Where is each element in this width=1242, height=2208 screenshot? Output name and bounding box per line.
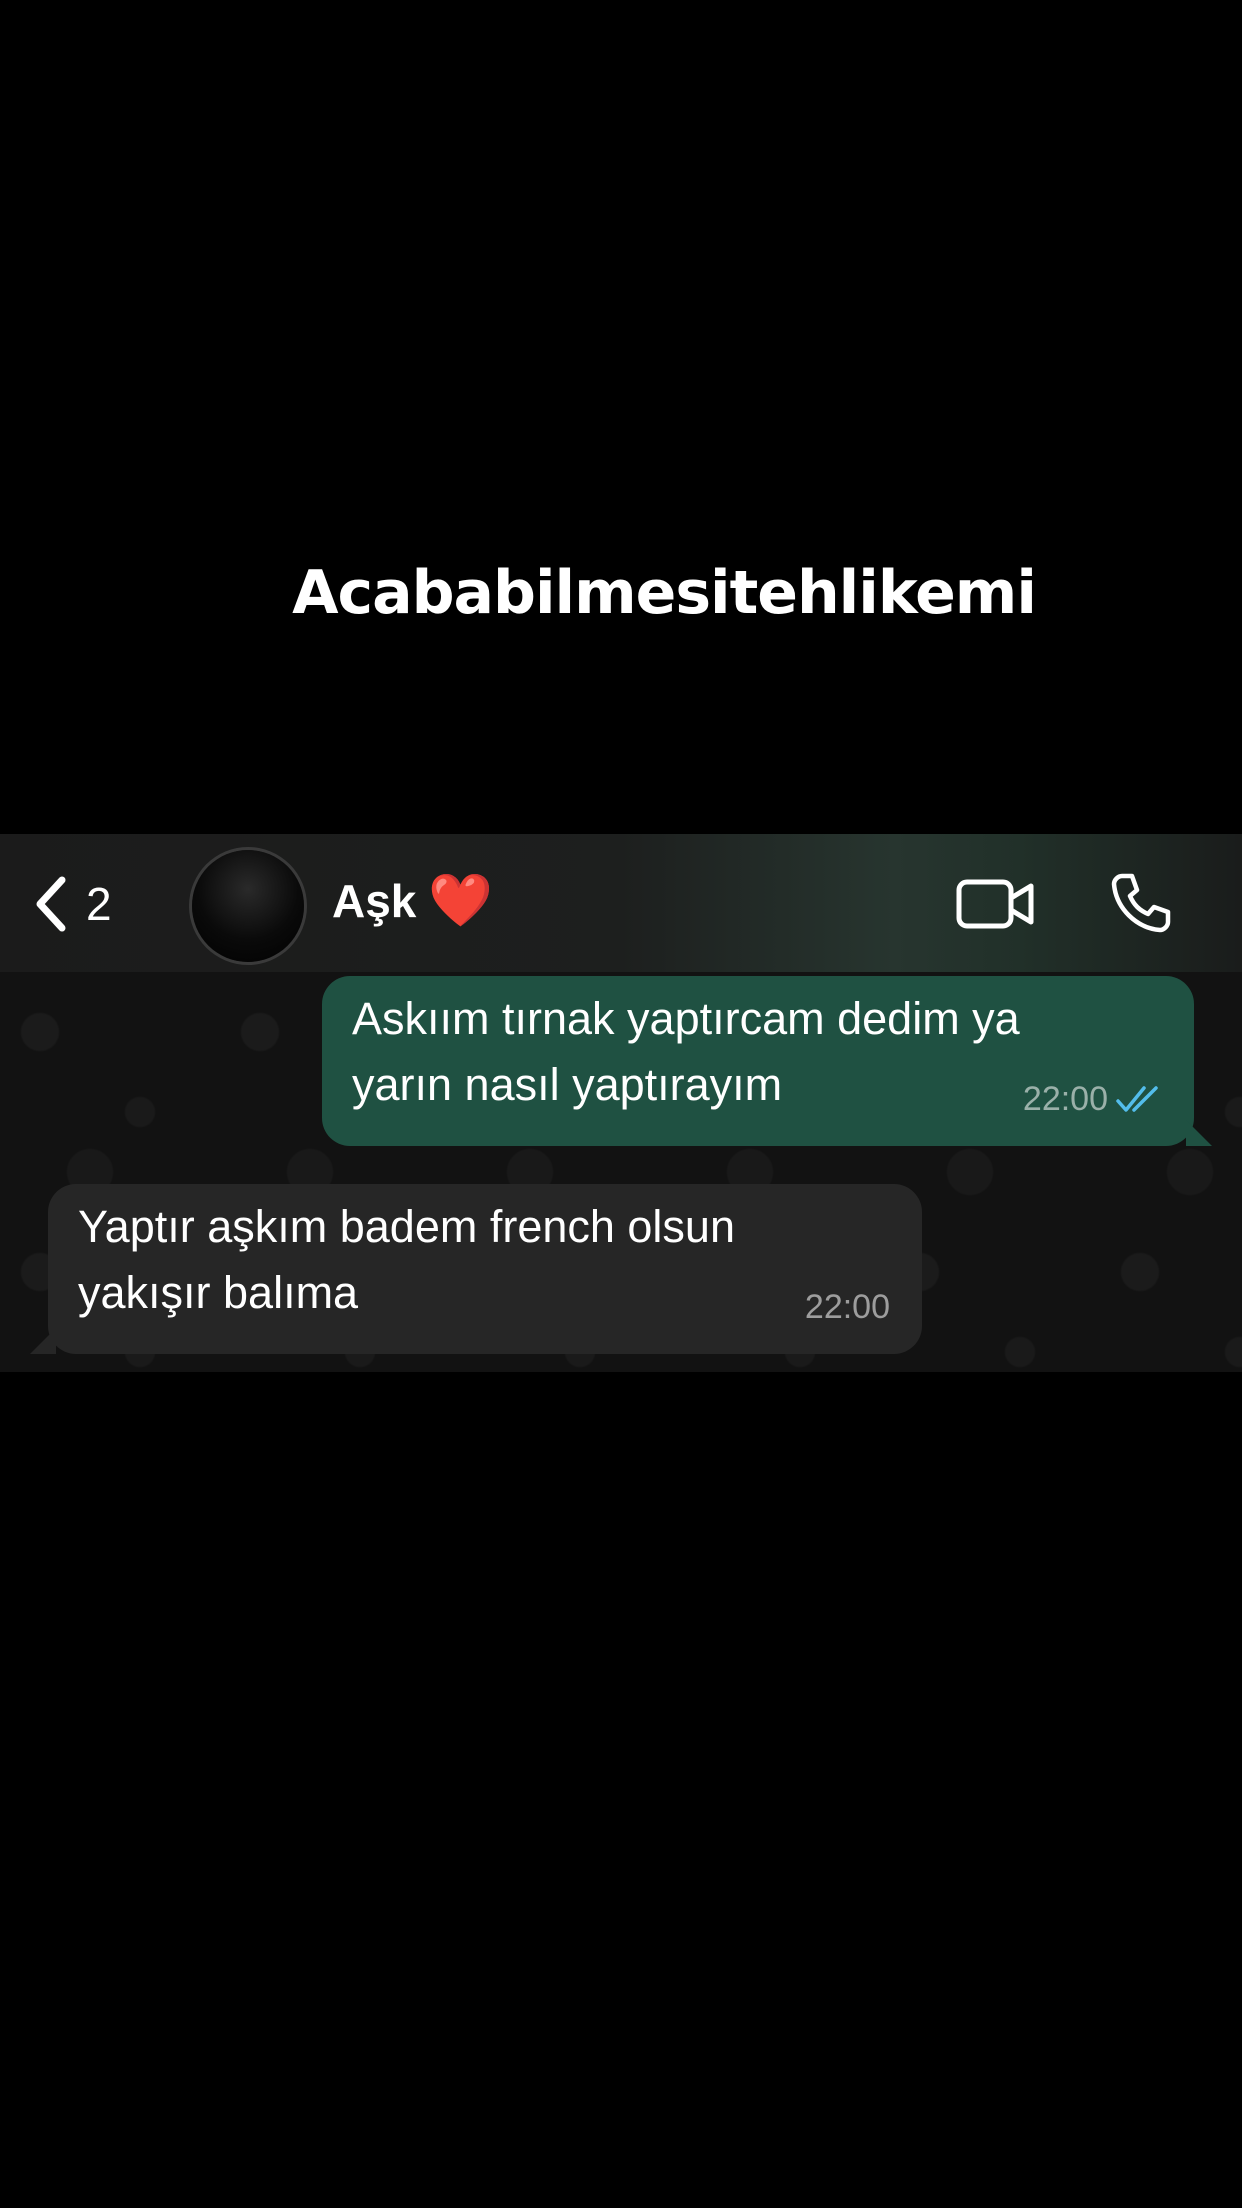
unread-count: 2	[86, 878, 112, 930]
read-receipt-icon	[1116, 1086, 1158, 1112]
voice-call-button[interactable]	[1108, 870, 1172, 934]
message-text: Yaptır aşkım badem french olsun yakışır …	[78, 1201, 735, 1318]
video-call-button[interactable]	[955, 874, 1037, 934]
message-meta: 22:00	[805, 1274, 890, 1340]
chat-screenshot: 2 Aşk ❤️ Askıım tırnak yaptırcam dedim y…	[0, 834, 1242, 1372]
video-camera-icon	[956, 879, 1034, 929]
contact-name-label: Aşk	[332, 875, 417, 927]
heart-emoji: ❤️	[428, 872, 494, 930]
message-outgoing[interactable]: Askıım tırnak yaptırcam dedim ya yarın n…	[322, 976, 1212, 1146]
phone-icon	[1111, 873, 1171, 933]
message-incoming[interactable]: Yaptır aşkım badem french olsun yakışır …	[30, 1184, 922, 1354]
avatar[interactable]	[192, 850, 304, 962]
message-time: 22:00	[1022, 1080, 1108, 1118]
back-chevron-icon	[36, 876, 66, 932]
overlay-caption: Acababilmesitehlikemi	[292, 558, 1037, 628]
chat-header: 2 Aşk ❤️	[0, 834, 1242, 972]
back-button[interactable]: 2	[32, 872, 112, 936]
message-meta: 22:00	[1023, 1066, 1164, 1132]
contact-name[interactable]: Aşk ❤️	[332, 874, 493, 928]
message-time: 22:00	[804, 1288, 890, 1326]
